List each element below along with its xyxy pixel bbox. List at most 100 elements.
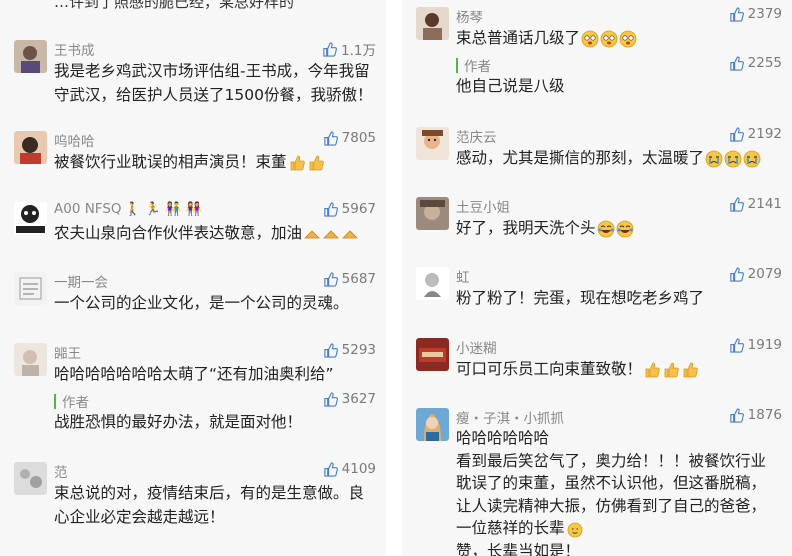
comment-text-row: 束总普通话几级了	[456, 26, 782, 50]
username[interactable]: 王书成	[54, 39, 95, 59]
comment-text: 感动，尤其是撕信的那刻，太温暖了	[456, 149, 705, 167]
username[interactable]: A00 NFSQ 🚶 🏃 👫 👭	[54, 201, 202, 217]
like-count: 1.1万	[341, 43, 376, 59]
like-button[interactable]: 2379	[729, 6, 782, 22]
avatar[interactable]	[14, 40, 47, 73]
reply-text: 他自己说是八级	[456, 77, 565, 95]
username[interactable]: 呜哈哈	[54, 130, 95, 150]
thumbs-up-icon	[323, 461, 338, 477]
avatar[interactable]	[416, 127, 449, 160]
panel-divider	[386, 0, 402, 556]
author-bar	[54, 393, 56, 409]
thumbs-up-icon	[729, 55, 744, 71]
avatar[interactable]	[416, 338, 449, 371]
avatar[interactable]	[416, 7, 449, 40]
dizzy-face-emoji-icon	[619, 30, 637, 48]
like-count: 5293	[341, 342, 376, 358]
avatar[interactable]	[14, 272, 47, 305]
thumbs-up-emoji-icon	[307, 154, 325, 172]
like-count: 2192	[747, 126, 782, 142]
author-bar	[456, 57, 458, 73]
dizzy-face-emoji-icon	[581, 30, 599, 48]
like-count: 7805	[341, 130, 376, 146]
like-count: 1876	[747, 407, 782, 423]
like-count: 3627	[341, 391, 376, 407]
like-button[interactable]: 1919	[729, 337, 782, 353]
crying-face-emoji-icon	[705, 150, 723, 168]
fist-emoji-icon	[341, 225, 359, 243]
username[interactable]: 瘦・子淇・小抓抓	[456, 407, 564, 427]
like-button[interactable]: 5967	[323, 201, 376, 217]
thumbs-up-emoji-icon	[288, 154, 306, 172]
thumbs-up-emoji-icon	[662, 361, 680, 379]
thumbs-up-icon	[729, 196, 744, 212]
username[interactable]: 范庆云	[456, 126, 497, 146]
like-button[interactable]: 5293	[323, 342, 376, 358]
comment-line: 一位慈祥的长辈	[456, 519, 565, 537]
author-label: 作者	[464, 59, 491, 75]
comment-text: 被餐饮行业耽误的相声演员！束董	[54, 153, 287, 171]
comment-text: 束总说的对，疫情结束后，有的是生意做。良心企业必定会越走越远！	[54, 484, 365, 526]
like-count: 2141	[747, 196, 782, 212]
comment-text-row: 可口可乐员工向束董致敬！	[456, 357, 782, 381]
like-button[interactable]: 7805	[323, 130, 376, 146]
username[interactable]: 杨琴	[456, 6, 483, 26]
thumbs-up-icon	[729, 407, 744, 423]
like-button[interactable]: 2079	[729, 266, 782, 282]
comment-text: 好了，我明天洗个头	[456, 219, 596, 237]
comment-line: 看到最后笑岔气了，奥力给！！！被餐饮行业	[456, 451, 767, 470]
thumbs-up-icon	[729, 126, 744, 142]
like-button[interactable]: 2141	[729, 196, 782, 212]
username[interactable]: 土豆小姐	[456, 196, 510, 216]
comment-line: 赞，长辈当如是！	[456, 541, 581, 556]
thumbs-up-icon	[729, 6, 744, 22]
thumbs-up-emoji-icon	[681, 361, 699, 379]
comment-line: 让人读完精神大振，仿佛看到了自己的爸爸，	[456, 496, 767, 515]
avatar[interactable]	[14, 343, 47, 376]
dizzy-face-emoji-icon	[600, 30, 618, 48]
comment-text-row: 被餐饮行业耽误的相声演员！束董	[54, 150, 376, 174]
comment-text: 粉了粉了！完蛋，现在想吃老乡鸡了	[456, 289, 705, 307]
author-reply-tag: 作者	[54, 391, 89, 411]
username[interactable]: 一期一会	[54, 271, 108, 291]
reply-text: 战胜恐惧的最好办法，就是面对他！	[54, 413, 303, 431]
laughing-tears-emoji-icon	[616, 220, 634, 238]
comment-text: 可口可乐员工向束董致敬！	[456, 360, 643, 378]
username[interactable]: 嘂王	[54, 342, 81, 362]
avatar[interactable]	[416, 408, 449, 441]
like-button[interactable]: 1.1万	[322, 39, 376, 59]
thumbs-up-icon	[322, 41, 337, 57]
comment-line: 哈哈哈哈哈哈	[456, 429, 550, 447]
like-count: 5967	[341, 201, 376, 217]
thumbs-up-icon	[729, 337, 744, 353]
like-button[interactable]: 1876	[729, 407, 782, 423]
like-count: 5687	[341, 271, 376, 287]
username[interactable]: 范	[54, 461, 68, 481]
reply-like-button[interactable]: 2255	[729, 55, 782, 71]
like-button[interactable]: 5687	[323, 271, 376, 287]
like-count: 2379	[747, 6, 782, 22]
reply-like-button[interactable]: 3627	[323, 391, 376, 407]
comment-text: 我是老乡鸡武汉市场评估组-王书成，今年我留守武汉，给医护人员送了1500份餐，我…	[54, 62, 373, 104]
thumbs-up-icon	[323, 391, 338, 407]
like-count: 2079	[747, 266, 782, 282]
like-button[interactable]: 4109	[323, 461, 376, 477]
thumbs-up-icon	[729, 266, 744, 282]
like-button[interactable]: 2192	[729, 126, 782, 142]
comment-text-row: 农夫山泉向合作伙伴表达敬意，加油	[54, 221, 376, 245]
comment-panel-right: 杨琴 2379 束总普通话几级了 作者 2255 他自己说是八级 范庆云 219…	[402, 0, 792, 556]
comment-text: 束总普通话几级了	[456, 29, 581, 47]
like-count: 4109	[341, 461, 376, 477]
avatar[interactable]	[14, 131, 47, 164]
thumbs-up-icon	[323, 342, 338, 358]
avatar[interactable]	[416, 267, 449, 300]
thumbs-up-icon	[323, 130, 338, 146]
comment-line-row: 一位慈祥的长辈	[456, 517, 782, 540]
comment-text: 农夫山泉向合作伙伴表达敬意，加油	[54, 224, 303, 242]
comment-text: 哈哈哈哈哈哈哈太萌了“还有加油奥利给”	[54, 365, 334, 383]
username[interactable]: 虹	[456, 266, 470, 286]
avatar[interactable]	[14, 202, 47, 235]
avatar[interactable]	[14, 462, 47, 495]
username[interactable]: 小迷糊	[456, 337, 497, 357]
avatar[interactable]	[416, 197, 449, 230]
